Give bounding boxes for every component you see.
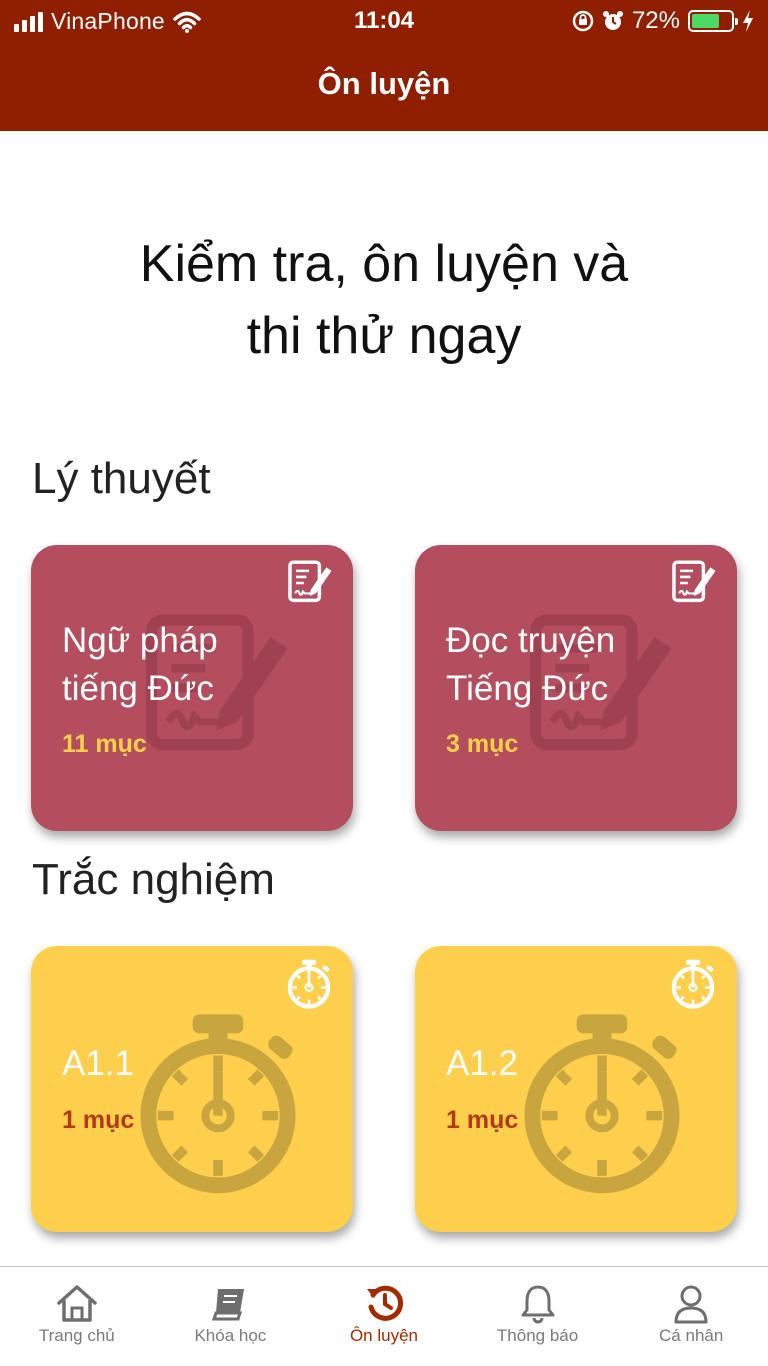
nav-home[interactable]: Trang chủ (0, 1267, 154, 1366)
stopwatch-watermark-icon (507, 1008, 697, 1198)
nav-profile[interactable]: Cá nhân (614, 1267, 768, 1366)
nav-label: Ôn luyện (349, 1326, 418, 1345)
nav-label: Cá nhân (659, 1326, 724, 1345)
nav-label: Khóa học (194, 1326, 267, 1345)
theory-card-grammar[interactable]: Ngữ pháp tiếng Đức 11 mục (31, 545, 353, 831)
nav-label: Trang chủ (38, 1326, 115, 1345)
card-title: A1.1 (62, 1044, 134, 1083)
stopwatch-icon (283, 958, 335, 1010)
nav-practice[interactable]: Ôn luyện (307, 1267, 461, 1366)
document-edit-icon (672, 560, 718, 603)
card-title: Đọc truyện Tiếng Đức (446, 617, 615, 713)
charging-icon (743, 10, 753, 32)
book-icon (212, 1289, 245, 1321)
card-title-line-1: Đọc truyện (446, 621, 616, 660)
home-icon (57, 1285, 97, 1322)
quiz-card-a11[interactable]: A1.1 1 mục (31, 946, 353, 1232)
card-title: A1.2 (446, 1044, 518, 1083)
card-count: 1 mục (62, 1106, 135, 1134)
battery-level (692, 14, 720, 28)
document-edit-icon (288, 560, 334, 603)
nav-courses[interactable]: Khóa học (154, 1267, 308, 1366)
quiz-card-a12[interactable]: A1.2 1 mục (415, 946, 737, 1232)
alarm-icon (602, 11, 623, 30)
history-icon (366, 1285, 403, 1321)
card-count: 11 mục (62, 730, 147, 758)
section-title-quiz: Trắc nghiệm (32, 855, 275, 904)
hero-heading: Kiểm tra, ôn luyện và thi thử ngay (0, 228, 768, 372)
status-right: 72% (572, 7, 754, 35)
card-title-line-2: tiếng Đức (62, 669, 214, 708)
bottom-nav: Trang chủ Khóa học Ôn luyện Thông báo Cá… (0, 1266, 768, 1366)
card-count: 3 mục (446, 730, 519, 758)
nav-label: Thông báo (496, 1326, 579, 1345)
card-count: 1 mục (446, 1106, 519, 1134)
battery-icon (688, 10, 738, 32)
card-title: Ngữ pháp tiếng Đức (62, 617, 218, 713)
stopwatch-icon (667, 958, 719, 1010)
rotation-lock-icon (572, 10, 594, 32)
bell-icon (521, 1285, 555, 1324)
battery-percent: 72% (631, 7, 680, 34)
card-title-line-1: Ngữ pháp (62, 621, 218, 660)
theory-card-reading[interactable]: Đọc truyện Tiếng Đức 3 mục (415, 545, 737, 831)
page-title: Ôn luyện (317, 66, 451, 101)
hero-line-1: Kiểm tra, ôn luyện và (139, 235, 629, 293)
hero-line-2: thi thử ngay (246, 307, 522, 365)
app-header: VinaPhone 11:04 72% Ôn luyện (0, 0, 768, 131)
card-title-line-2: Tiếng Đức (446, 669, 609, 708)
user-icon (674, 1285, 708, 1324)
status-bar: VinaPhone 11:04 72% (0, 0, 768, 42)
stopwatch-watermark-icon (123, 1008, 313, 1198)
section-title-theory: Lý thuyết (32, 454, 211, 503)
nav-notifications[interactable]: Thông báo (461, 1267, 615, 1366)
